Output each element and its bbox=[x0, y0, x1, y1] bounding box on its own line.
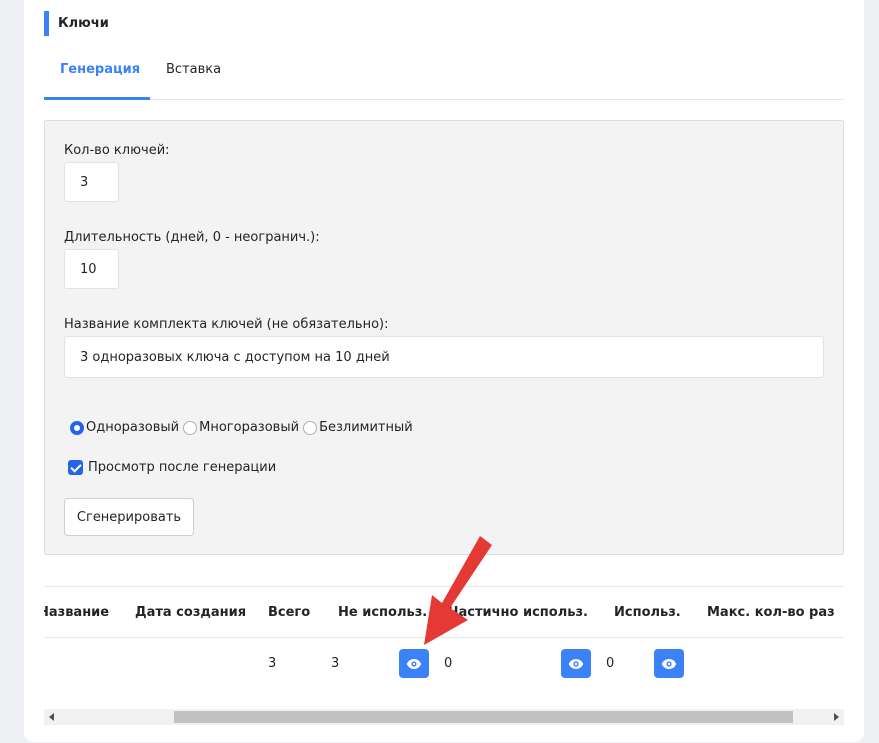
radio-single-use[interactable] bbox=[70, 420, 84, 435]
duration-label: Длительность (дней, 0 - неогранич.): bbox=[64, 230, 320, 245]
preview-checkbox-label: Просмотр после генерации bbox=[88, 460, 277, 475]
scroll-left-button[interactable] bbox=[44, 709, 60, 725]
tab-insert[interactable]: Вставка bbox=[150, 50, 237, 100]
column-header-name[interactable]: Название bbox=[44, 605, 109, 620]
count-label: Кол-во ключей: bbox=[64, 143, 170, 158]
preview-after-generation: Просмотр после генерации bbox=[68, 460, 276, 475]
key-type-radio-group: Одноразовый Многоразовый Безлимитный bbox=[68, 420, 415, 435]
tab-bar: Генерация Вставка bbox=[44, 50, 844, 100]
eye-icon bbox=[406, 658, 422, 669]
title-accent-bar bbox=[44, 11, 49, 36]
column-header-created[interactable]: Дата создания bbox=[135, 605, 246, 620]
cell-partial: 0 bbox=[444, 656, 453, 671]
keys-table: Название Дата создания Всего Не использ.… bbox=[44, 586, 844, 689]
header-divider bbox=[44, 637, 844, 638]
scroll-right-button[interactable] bbox=[828, 709, 844, 725]
view-used-button[interactable] bbox=[654, 649, 684, 678]
radio-unlimited[interactable] bbox=[303, 420, 318, 435]
cell-total: 3 bbox=[268, 656, 277, 671]
view-unused-button[interactable] bbox=[399, 649, 429, 678]
radio-unlimited-label: Безлимитный bbox=[319, 420, 413, 435]
radio-multi-use[interactable] bbox=[183, 420, 198, 435]
tab-generation[interactable]: Генерация bbox=[44, 50, 150, 100]
column-header-used[interactable]: Использ. bbox=[614, 605, 681, 620]
column-header-partial[interactable]: Частично использ. bbox=[448, 605, 588, 620]
kit-name-label: Название комплекта ключей (не обязательн… bbox=[64, 317, 389, 332]
column-header-max-uses[interactable]: Макс. кол-во раз bbox=[707, 605, 835, 620]
scrollbar-thumb[interactable] bbox=[174, 711, 793, 723]
preview-checkbox[interactable] bbox=[68, 460, 83, 475]
horizontal-scrollbar[interactable] bbox=[44, 709, 844, 725]
generate-button[interactable]: Сгенерировать bbox=[64, 498, 194, 536]
radio-single-use-label: Одноразовый bbox=[86, 420, 180, 435]
duration-input[interactable]: 10 bbox=[64, 249, 119, 289]
eye-icon bbox=[568, 658, 584, 669]
triangle-left-icon bbox=[49, 713, 54, 721]
view-partial-button[interactable] bbox=[561, 649, 591, 678]
kit-name-input[interactable]: 3 одноразовых ключа с доступом на 10 дне… bbox=[64, 336, 824, 378]
card-title: Ключи bbox=[58, 16, 109, 31]
cell-used: 0 bbox=[606, 656, 615, 671]
generation-form: Кол-во ключей: 3 Длительность (дней, 0 -… bbox=[44, 120, 844, 555]
column-header-unused[interactable]: Не использ. bbox=[338, 605, 427, 620]
cell-unused: 3 bbox=[331, 656, 340, 671]
eye-icon bbox=[661, 658, 677, 669]
triangle-right-icon bbox=[834, 713, 839, 721]
count-input[interactable]: 3 bbox=[64, 162, 119, 202]
radio-multi-use-label: Многоразовый bbox=[199, 420, 300, 435]
column-header-total[interactable]: Всего bbox=[268, 605, 310, 620]
card-header: Ключи bbox=[44, 11, 109, 36]
